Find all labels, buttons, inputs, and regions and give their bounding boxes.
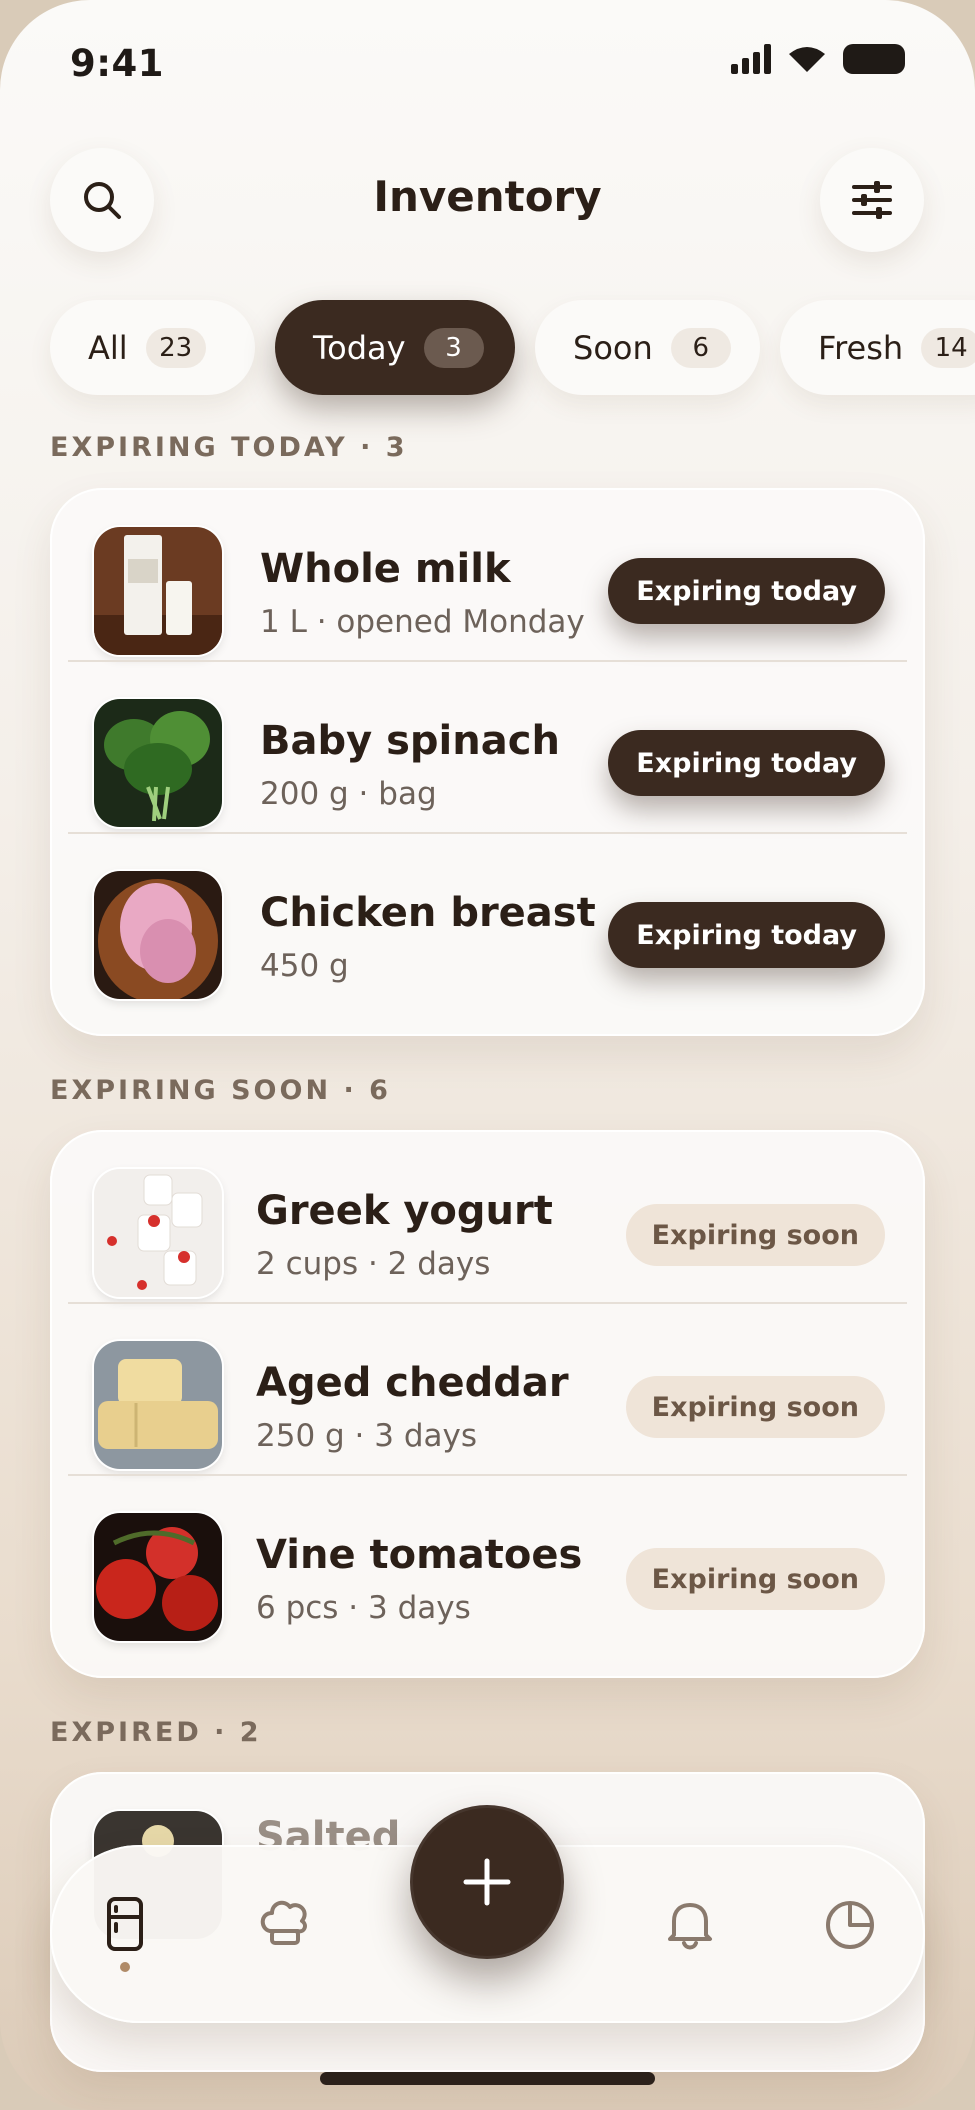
item-name: Aged cheddar <box>256 1360 569 1406</box>
spinach-photo <box>94 699 222 827</box>
status-time: 9:41 <box>70 42 165 85</box>
filter-button[interactable] <box>820 148 924 252</box>
expiry-badge: Expiring today <box>608 902 885 968</box>
filter-chip-today[interactable]: Today 3 <box>275 300 515 395</box>
filter-chip-fresh[interactable]: Fresh 14 <box>780 300 975 395</box>
item-meta: 1 L · opened Monday <box>260 604 585 640</box>
item-meta: 6 pcs · 3 days <box>256 1590 471 1626</box>
expiry-badge: Expiring soon <box>625 1548 885 1610</box>
list-item[interactable]: Baby spinach 200 g · bag Expiring today <box>50 662 925 834</box>
battery-icon <box>843 44 905 74</box>
chip-label: Soon <box>573 328 653 367</box>
filter-chip-all[interactable]: All 23 <box>50 300 255 395</box>
item-name: Whole milk <box>260 546 511 592</box>
active-tab-indicator <box>120 1962 130 1972</box>
expiry-badge: Expiring soon <box>625 1376 885 1438</box>
milk-carton-photo <box>94 527 222 655</box>
list-item[interactable]: Vine tomatoes 6 pcs · 3 days Expiring so… <box>50 1476 925 1648</box>
item-name: Greek yogurt <box>256 1188 553 1234</box>
item-name: Vine tomatoes <box>256 1532 583 1578</box>
list-item[interactable]: Greek yogurt 2 cups · 2 days Expiring so… <box>50 1132 925 1304</box>
item-meta: 450 g <box>260 948 349 984</box>
chip-label: Today <box>313 328 406 367</box>
chip-label: All <box>88 328 128 367</box>
list-item[interactable]: Chicken breast 450 g Expiring today <box>50 834 925 1006</box>
chef-hat-icon[interactable] <box>254 1893 314 1953</box>
filter-chip-soon[interactable]: Soon 6 <box>535 300 760 395</box>
add-item-button[interactable] <box>410 1805 564 1959</box>
cheese-photo <box>94 1341 222 1469</box>
expiry-badge: Expiring soon <box>625 1204 885 1266</box>
wifi-icon <box>789 47 825 72</box>
section-title-expired: EXPIRED · 2 <box>50 1717 262 1748</box>
list-item[interactable]: Whole milk 1 L · opened Monday Expiring … <box>50 490 925 662</box>
filter-chips: All 23 Today 3 Soon 6 Fresh 14 <box>50 300 975 400</box>
chip-count: 3 <box>423 327 484 368</box>
item-name: Baby spinach <box>260 718 560 764</box>
fridge-icon[interactable] <box>95 1893 155 1953</box>
list-item[interactable]: Aged cheddar 250 g · 3 days Expiring soo… <box>50 1304 925 1476</box>
bell-icon[interactable] <box>660 1893 720 1953</box>
item-meta: 250 g · 3 days <box>256 1418 478 1454</box>
item-meta: 2 cups · 2 days <box>256 1246 491 1282</box>
home-indicator <box>320 2072 655 2085</box>
chip-count: 23 <box>145 327 206 368</box>
phone-screen: 9:41 Inventory All 23 Today 3 Soon 6 Fre… <box>0 0 975 2110</box>
plus-icon <box>463 1858 511 1906</box>
item-name: Chicken breast <box>260 890 596 936</box>
pie-chart-icon[interactable] <box>820 1893 880 1953</box>
chip-label: Fresh <box>818 328 904 367</box>
status-icons <box>731 44 905 74</box>
section-title-soon: EXPIRING SOON · 6 <box>50 1075 391 1106</box>
yogurt-photo <box>94 1169 222 1297</box>
chicken-photo <box>94 871 222 999</box>
chip-count: 14 <box>921 327 975 368</box>
sliders-icon <box>852 181 892 219</box>
expiry-badge: Expiring today <box>608 730 885 796</box>
expiry-badge: Expiring today <box>608 558 885 624</box>
card-expiring-today: Whole milk 1 L · opened Monday Expiring … <box>50 488 925 1036</box>
card-expiring-soon: Greek yogurt 2 cups · 2 days Expiring so… <box>50 1130 925 1678</box>
item-meta: 200 g · bag <box>260 776 437 812</box>
chip-count: 6 <box>670 327 731 368</box>
signal-icon <box>731 44 771 74</box>
section-title-today: EXPIRING TODAY · 3 <box>50 432 408 463</box>
tomatoes-photo <box>94 1513 222 1641</box>
